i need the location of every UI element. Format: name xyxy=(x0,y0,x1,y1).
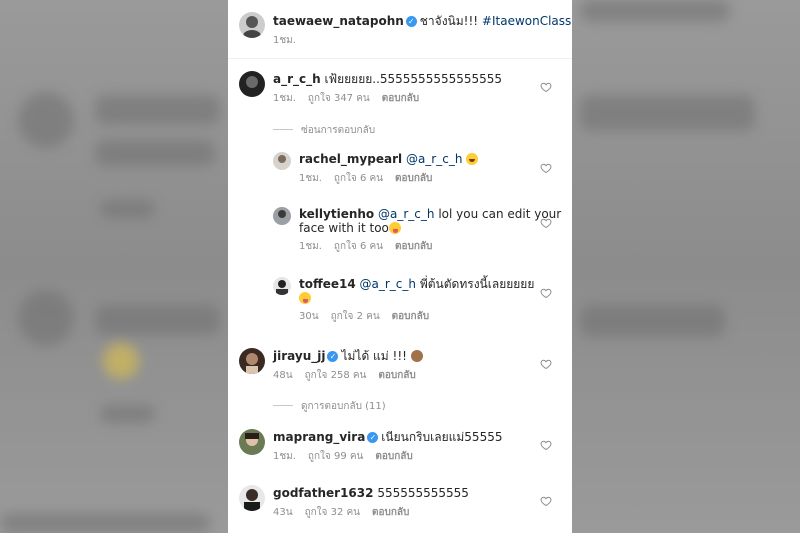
reply-comment: toffee14 @a_r_c_h พี่ต้นตัดทรงนี้เลยยยยย… xyxy=(228,270,572,335)
blurred-text xyxy=(0,513,210,533)
comment-time: 1ชม. xyxy=(273,451,296,462)
heart-outline-icon[interactable] xyxy=(540,217,552,229)
avatar[interactable] xyxy=(239,71,265,97)
reply-username[interactable]: rachel_mypearl xyxy=(299,152,402,166)
post-time: 1ชม. xyxy=(273,35,296,46)
blurred-text xyxy=(95,95,220,125)
comment: godfather1632 555555555555 43น ถูกใจ 32 ค… xyxy=(228,472,572,533)
reply-text: พี่ต้นตัดทรงนี้เลยยยยย xyxy=(419,277,535,291)
avatar[interactable] xyxy=(239,12,265,38)
heart-outline-icon[interactable] xyxy=(540,358,552,370)
reply-time: 1ชม. xyxy=(299,241,322,252)
comments-panel: taewaew_natapohn ✓ ชาจังนิม!!! #ItaewonCla… xyxy=(228,0,572,533)
reply-button[interactable]: ตอบกลับ xyxy=(395,241,432,252)
verified-badge-icon: ✓ xyxy=(367,432,379,443)
comment: jirayu_jj ✓ ไม่ได้ แม่ !!! 48น ถูกใจ 258 คน… xyxy=(228,335,572,415)
mention-link[interactable]: @a_r_c_h xyxy=(360,277,417,291)
reply-likes[interactable]: ถูกใจ 6 คน xyxy=(334,173,383,184)
comment: maprang_vira ✓ เนียนกริบเลยแม่55555 1ชม. ถู… xyxy=(228,416,572,472)
comment-text: เฟ้ยยยยย..5555555555555555 xyxy=(324,72,503,86)
avatar[interactable] xyxy=(273,277,291,295)
blurred-text xyxy=(95,140,215,166)
verified-badge-icon: ✓ xyxy=(405,16,417,27)
divider xyxy=(273,405,293,406)
heart-outline-icon[interactable] xyxy=(540,81,552,93)
comment-text: เนียนกริบเลยแม่55555 xyxy=(381,430,503,444)
comment-time: 43น xyxy=(273,507,293,518)
reply-comment: kellytienho @a_r_c_h lol you can edit yo… xyxy=(228,200,572,268)
comment-username[interactable]: godfather1632 xyxy=(273,486,373,500)
avatar[interactable] xyxy=(239,348,265,374)
reply-username[interactable]: toffee14 xyxy=(299,277,356,291)
blurred-text xyxy=(95,305,220,335)
mention-link[interactable]: @a_r_c_h xyxy=(378,207,435,221)
hide-replies-toggle[interactable]: ซ่อนการตอบกลับ xyxy=(273,123,375,138)
comment-text: 555555555555 xyxy=(377,486,469,500)
reply-button[interactable]: ตอบกลับ xyxy=(382,93,419,104)
heart-outline-icon[interactable] xyxy=(540,439,552,451)
heart-outline-icon[interactable] xyxy=(540,287,552,299)
laughing-emoji-icon xyxy=(466,153,479,165)
comment-username[interactable]: maprang_vira xyxy=(273,430,365,444)
avatar[interactable] xyxy=(239,429,265,455)
view-replies-toggle[interactable]: ดูการตอบกลับ (11) xyxy=(273,399,386,414)
blurred-text xyxy=(100,405,155,423)
comment-time: 1ชม. xyxy=(273,93,296,104)
reply-button[interactable]: ตอบกลับ xyxy=(395,173,432,184)
reply-likes[interactable]: ถูกใจ 2 คน xyxy=(331,311,380,322)
avatar[interactable] xyxy=(273,152,291,170)
comment: a_r_c_h เฟ้ยยยยย..5555555555555555 1ชม. ถ… xyxy=(228,58,572,158)
reply-button[interactable]: ตอบกลับ xyxy=(392,311,429,322)
avatar[interactable] xyxy=(273,207,291,225)
comment-likes[interactable]: ถูกใจ 347 คน xyxy=(308,93,370,104)
hashtag-link[interactable]: #ItaewonClass xyxy=(482,14,571,28)
comment-username[interactable]: jirayu_jj xyxy=(273,349,325,363)
reply-comment: rachel_mypearl @a_r_c_h 1ชม. ถูกใจ 6 คน ตอ… xyxy=(228,145,572,200)
comment-likes[interactable]: ถูกใจ 32 คน xyxy=(305,507,360,518)
reply-time: 30น xyxy=(299,311,319,322)
comment-username[interactable]: a_r_c_h xyxy=(273,72,321,86)
blurred-avatar xyxy=(18,92,74,148)
blurred-text xyxy=(580,305,725,337)
reply-button[interactable]: ตอบกลับ xyxy=(378,370,415,381)
reply-username[interactable]: kellytienho xyxy=(299,207,374,221)
comment-likes[interactable]: ถูกใจ 258 คน xyxy=(305,370,367,381)
tongue-emoji-icon xyxy=(388,222,401,234)
mention-link[interactable]: @a_r_c_h xyxy=(406,152,463,166)
reply-button[interactable]: ตอบกลับ xyxy=(372,507,409,518)
reply-likes[interactable]: ถูกใจ 6 คน xyxy=(334,241,383,252)
comment-text: ไม่ได้ แม่ !!! xyxy=(341,349,411,363)
heart-outline-icon[interactable] xyxy=(540,162,552,174)
reply-button[interactable]: ตอบกลับ xyxy=(375,451,412,462)
comment-time: 48น xyxy=(273,370,293,381)
reply-text-line2: face with it too xyxy=(299,221,389,235)
blurred-text xyxy=(580,95,755,131)
blurred-text xyxy=(580,0,730,22)
heart-outline-icon[interactable] xyxy=(540,495,552,507)
blurred-emoji xyxy=(103,343,139,379)
verified-badge-icon: ✓ xyxy=(327,351,339,362)
tongue-emoji-icon xyxy=(299,292,311,304)
reply-time: 1ชม. xyxy=(299,173,322,184)
blurred-text xyxy=(100,200,155,218)
avatar[interactable] xyxy=(239,485,265,511)
caption-text: ชาจังนิม!!! xyxy=(419,14,482,28)
comment-likes[interactable]: ถูกใจ 99 คน xyxy=(308,451,363,462)
post-caption: taewaew_natapohn ✓ ชาจังนิม!!! #ItaewonCla… xyxy=(228,0,572,59)
see-no-evil-monkey-icon xyxy=(410,350,423,362)
blurred-avatar xyxy=(18,290,74,346)
divider xyxy=(273,129,293,130)
post-username[interactable]: taewaew_natapohn xyxy=(273,14,404,28)
